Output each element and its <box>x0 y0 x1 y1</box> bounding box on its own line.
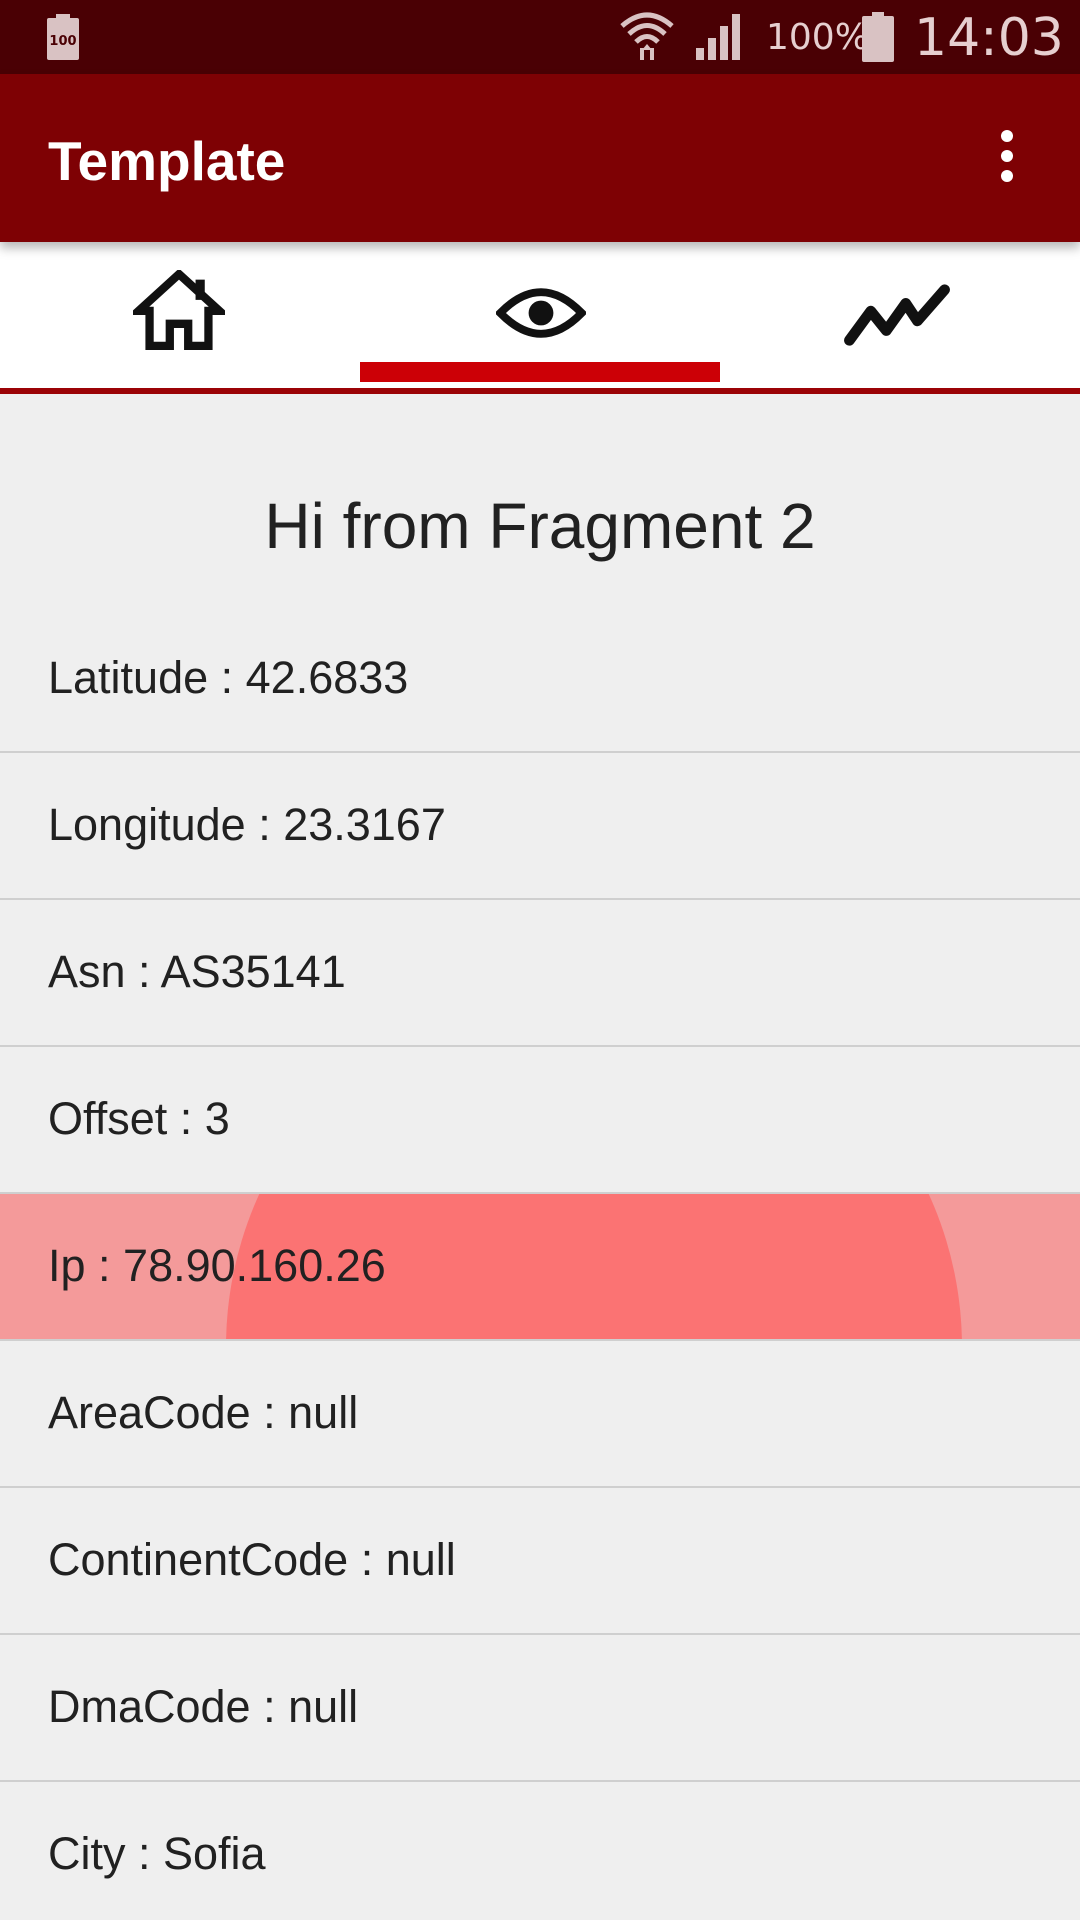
list-item-text: Latitude : 42.6833 <box>48 652 409 703</box>
list-item-dma-code[interactable]: DmaCode : null <box>0 1635 1080 1782</box>
list-item-ip[interactable]: Ip : 78.90.160.26 <box>0 1194 1080 1341</box>
tab-trend[interactable] <box>720 242 1080 388</box>
battery-saver-icon: 100 <box>47 14 79 60</box>
list-item-text: AreaCode : null <box>48 1387 359 1438</box>
list-item-latitude[interactable]: Latitude : 42.6833 <box>0 606 1080 753</box>
list-item-asn[interactable]: Asn : AS35141 <box>0 900 1080 1047</box>
list-item-text: ContinentCode : null <box>48 1534 456 1585</box>
list-item-text: Ip : 78.90.160.26 <box>48 1240 386 1291</box>
status-bar: 100 100% 14:03 <box>0 0 1080 74</box>
list-item-text: City : Sofia <box>48 1828 266 1879</box>
list-item-area-code[interactable]: AreaCode : null <box>0 1341 1080 1488</box>
battery-percent: 100% <box>766 17 869 58</box>
list-item-offset[interactable]: Offset : 3 <box>0 1047 1080 1194</box>
battery-icon <box>862 12 894 62</box>
list-item-text: Longitude : 23.3167 <box>48 799 446 850</box>
overflow-menu-icon[interactable] <box>988 130 1028 190</box>
list-item-text: Asn : AS35141 <box>48 946 346 997</box>
svg-text:100: 100 <box>49 34 76 49</box>
list-item-text: DmaCode : null <box>48 1681 359 1732</box>
tab-bar <box>0 242 1080 394</box>
wifi-icon <box>620 12 674 60</box>
list-item-city[interactable]: City : Sofia <box>0 1782 1080 1920</box>
info-list: Latitude : 42.6833 Longitude : 23.3167 A… <box>0 606 1080 1920</box>
app-bar: Template <box>0 74 1080 242</box>
trend-line-icon <box>844 284 950 346</box>
list-item-text: Offset : 3 <box>48 1093 230 1144</box>
app-title: Template <box>48 130 286 192</box>
eye-icon <box>496 288 586 338</box>
tab-home[interactable] <box>0 242 360 388</box>
home-icon <box>133 270 225 350</box>
list-item-longitude[interactable]: Longitude : 23.3167 <box>0 753 1080 900</box>
tab-view[interactable] <box>360 242 720 388</box>
fragment-content: Hi from Fragment 2 Latitude : 42.6833 Lo… <box>0 394 1080 1920</box>
screen: 100 100% 14:03 Template Hi from Fragment… <box>0 0 1080 1920</box>
tab-indicator <box>360 362 720 382</box>
status-clock: 14:03 <box>914 8 1064 68</box>
fragment-heading: Hi from Fragment 2 <box>264 490 816 562</box>
list-item-continent-code[interactable]: ContinentCode : null <box>0 1488 1080 1635</box>
signal-icon <box>696 14 740 60</box>
